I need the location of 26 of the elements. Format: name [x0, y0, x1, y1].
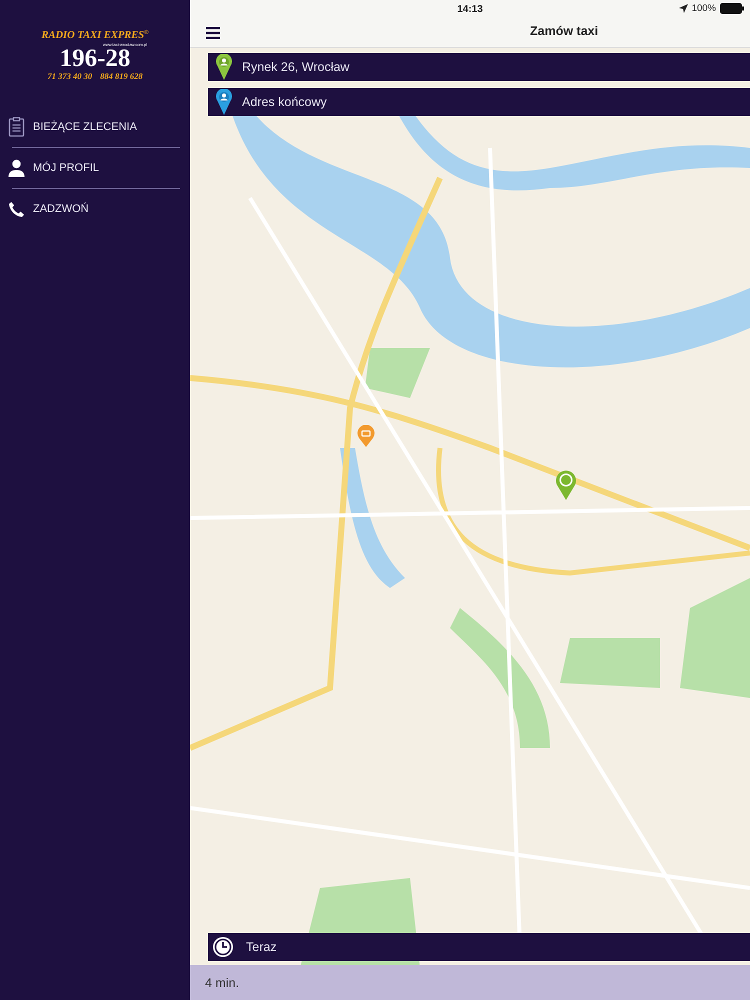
logo-number: 196-28: [60, 47, 130, 71]
menu-item[interactable]: ZADZWOŃ: [0, 189, 190, 229]
pickup-field[interactable]: Rynek 26, Wrocław: [208, 53, 750, 81]
time-field[interactable]: Teraz: [208, 933, 750, 961]
location-pin-icon: [555, 470, 577, 500]
logo-phone: 884 819 628: [100, 71, 143, 82]
pin-icon: [216, 89, 232, 115]
menu-item[interactable]: BIEŻĄCE ZLECENIA: [0, 107, 190, 147]
person-icon: [8, 159, 25, 177]
pin-icon: [216, 54, 232, 80]
logo-brand: RADIO TAXI EXPRES: [41, 30, 144, 42]
status-time: 14:13: [457, 4, 483, 14]
menu-item[interactable]: MÓJ PROFIL: [0, 148, 190, 188]
eta-text: 4 min.: [205, 976, 240, 990]
logo-phone: 71 373 40 30: [47, 71, 92, 82]
registered-mark: ®: [144, 30, 149, 36]
taxi-marker-icon: [357, 425, 375, 447]
phone-icon: [8, 200, 25, 218]
clipboard-icon: [8, 117, 25, 137]
page-title: Zamów taxi: [530, 24, 598, 38]
menu-icon[interactable]: [206, 26, 220, 38]
battery-percent: 100%: [692, 3, 716, 14]
location-arrow-icon: [678, 4, 688, 13]
battery-icon: [720, 3, 745, 14]
destination-field[interactable]: Adres końcowy: [208, 88, 750, 116]
clock-icon: [212, 936, 234, 958]
